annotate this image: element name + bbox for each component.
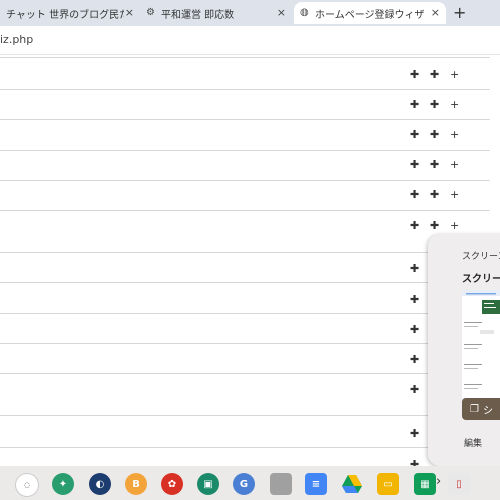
row-divider [0,57,490,58]
app-b-icon[interactable]: B [125,473,147,495]
app-partial-icon[interactable]: ▯ [448,473,470,495]
edit-button[interactable]: 編集 [464,436,482,449]
add-icon[interactable]: + [450,220,459,231]
app-shield-icon[interactable]: ◐ [89,473,111,495]
close-icon[interactable]: × [125,6,134,19]
new-tab-button[interactable]: + [453,3,466,22]
classroom-icon[interactable]: ▭ [377,473,399,495]
row-divider [0,210,490,211]
add-icon[interactable]: + [450,159,459,170]
add-icon[interactable]: + [450,99,459,110]
tab-homepage-label: ホームページ登録ウィザー [315,9,425,21]
move-up-icon[interactable]: ✚ [410,69,419,80]
move-up-icon[interactable]: ✚ [410,428,419,439]
move-up-icon[interactable]: ✚ [410,354,419,365]
copy-button[interactable]: ❐ シ [462,398,500,420]
screenshot-thumbnail[interactable] [462,290,500,398]
move-up-icon[interactable]: ✚ [410,220,419,231]
move-down-icon[interactable]: ✚ [430,159,439,170]
tab-heiwa-label: 平和運営 即応数 [161,9,235,21]
tab-chat-label: チャット 世界のブログ民たち [6,9,124,21]
add-icon[interactable]: + [450,189,459,200]
move-down-icon[interactable]: ✚ [430,129,439,140]
move-up-icon[interactable]: ✚ [410,99,419,110]
translate-icon[interactable]: G [233,473,255,495]
close-icon[interactable]: × [431,6,440,19]
row-divider [0,282,490,283]
popup-heading: スクリーン [462,274,500,285]
globe-icon: ◍ [300,7,309,18]
move-up-icon[interactable]: ✚ [410,159,419,170]
row-divider [0,447,490,448]
tab-homepage[interactable]: ◍ ホームページ登録ウィザー × [294,2,446,24]
move-down-icon[interactable]: ✚ [430,189,439,200]
app-green-icon[interactable]: ✦ [52,473,74,495]
row-divider [0,252,490,253]
move-down-icon[interactable]: ✚ [430,99,439,110]
copy-button-label: シ [482,405,493,417]
launcher-icon[interactable]: ◌ [15,473,39,497]
row-divider [0,343,490,344]
row-divider [0,89,490,90]
move-up-icon[interactable]: ✚ [410,384,419,395]
drive-icon[interactable] [341,473,363,495]
tab-heiwa[interactable]: ⚙ 平和運営 即応数 × [140,2,292,24]
move-up-icon[interactable]: ✚ [410,263,419,274]
content-area [0,55,500,465]
row-divider [0,180,490,181]
add-icon[interactable]: + [450,129,459,140]
shelf-overflow-chevron[interactable]: › [436,474,441,489]
sheets-icon[interactable]: ▦ [414,473,436,495]
tab-chat[interactable]: チャット 世界のブログ民たち × [0,2,140,24]
row-divider [0,150,490,151]
app-id-icon[interactable]: ▣ [197,473,219,495]
app-red-icon[interactable]: ✿ [161,473,183,495]
move-up-icon[interactable]: ✚ [410,129,419,140]
move-up-icon[interactable]: ✚ [410,189,419,200]
tab-strip: チャット 世界のブログ民たち × ⚙ 平和運営 即応数 × ◍ ホームページ登録… [0,0,500,26]
move-down-icon[interactable]: ✚ [430,220,439,231]
docs-icon[interactable]: ≡ [305,473,327,495]
url-text: iz.php [0,33,34,46]
move-up-icon[interactable]: ✚ [410,324,419,335]
row-divider [0,313,490,314]
close-icon[interactable]: × [277,6,286,19]
clipboard-icon: ❐ [470,403,479,415]
row-divider [0,415,490,416]
address-bar[interactable]: iz.php [0,26,500,55]
app-gray-icon[interactable] [270,473,292,495]
move-up-icon[interactable]: ✚ [410,294,419,305]
add-icon[interactable]: + [450,69,459,80]
move-down-icon[interactable]: ✚ [430,69,439,80]
row-divider [0,119,490,120]
row-divider [0,373,490,374]
settings-icon: ⚙ [146,7,155,18]
popup-title: スクリーン [462,252,500,262]
